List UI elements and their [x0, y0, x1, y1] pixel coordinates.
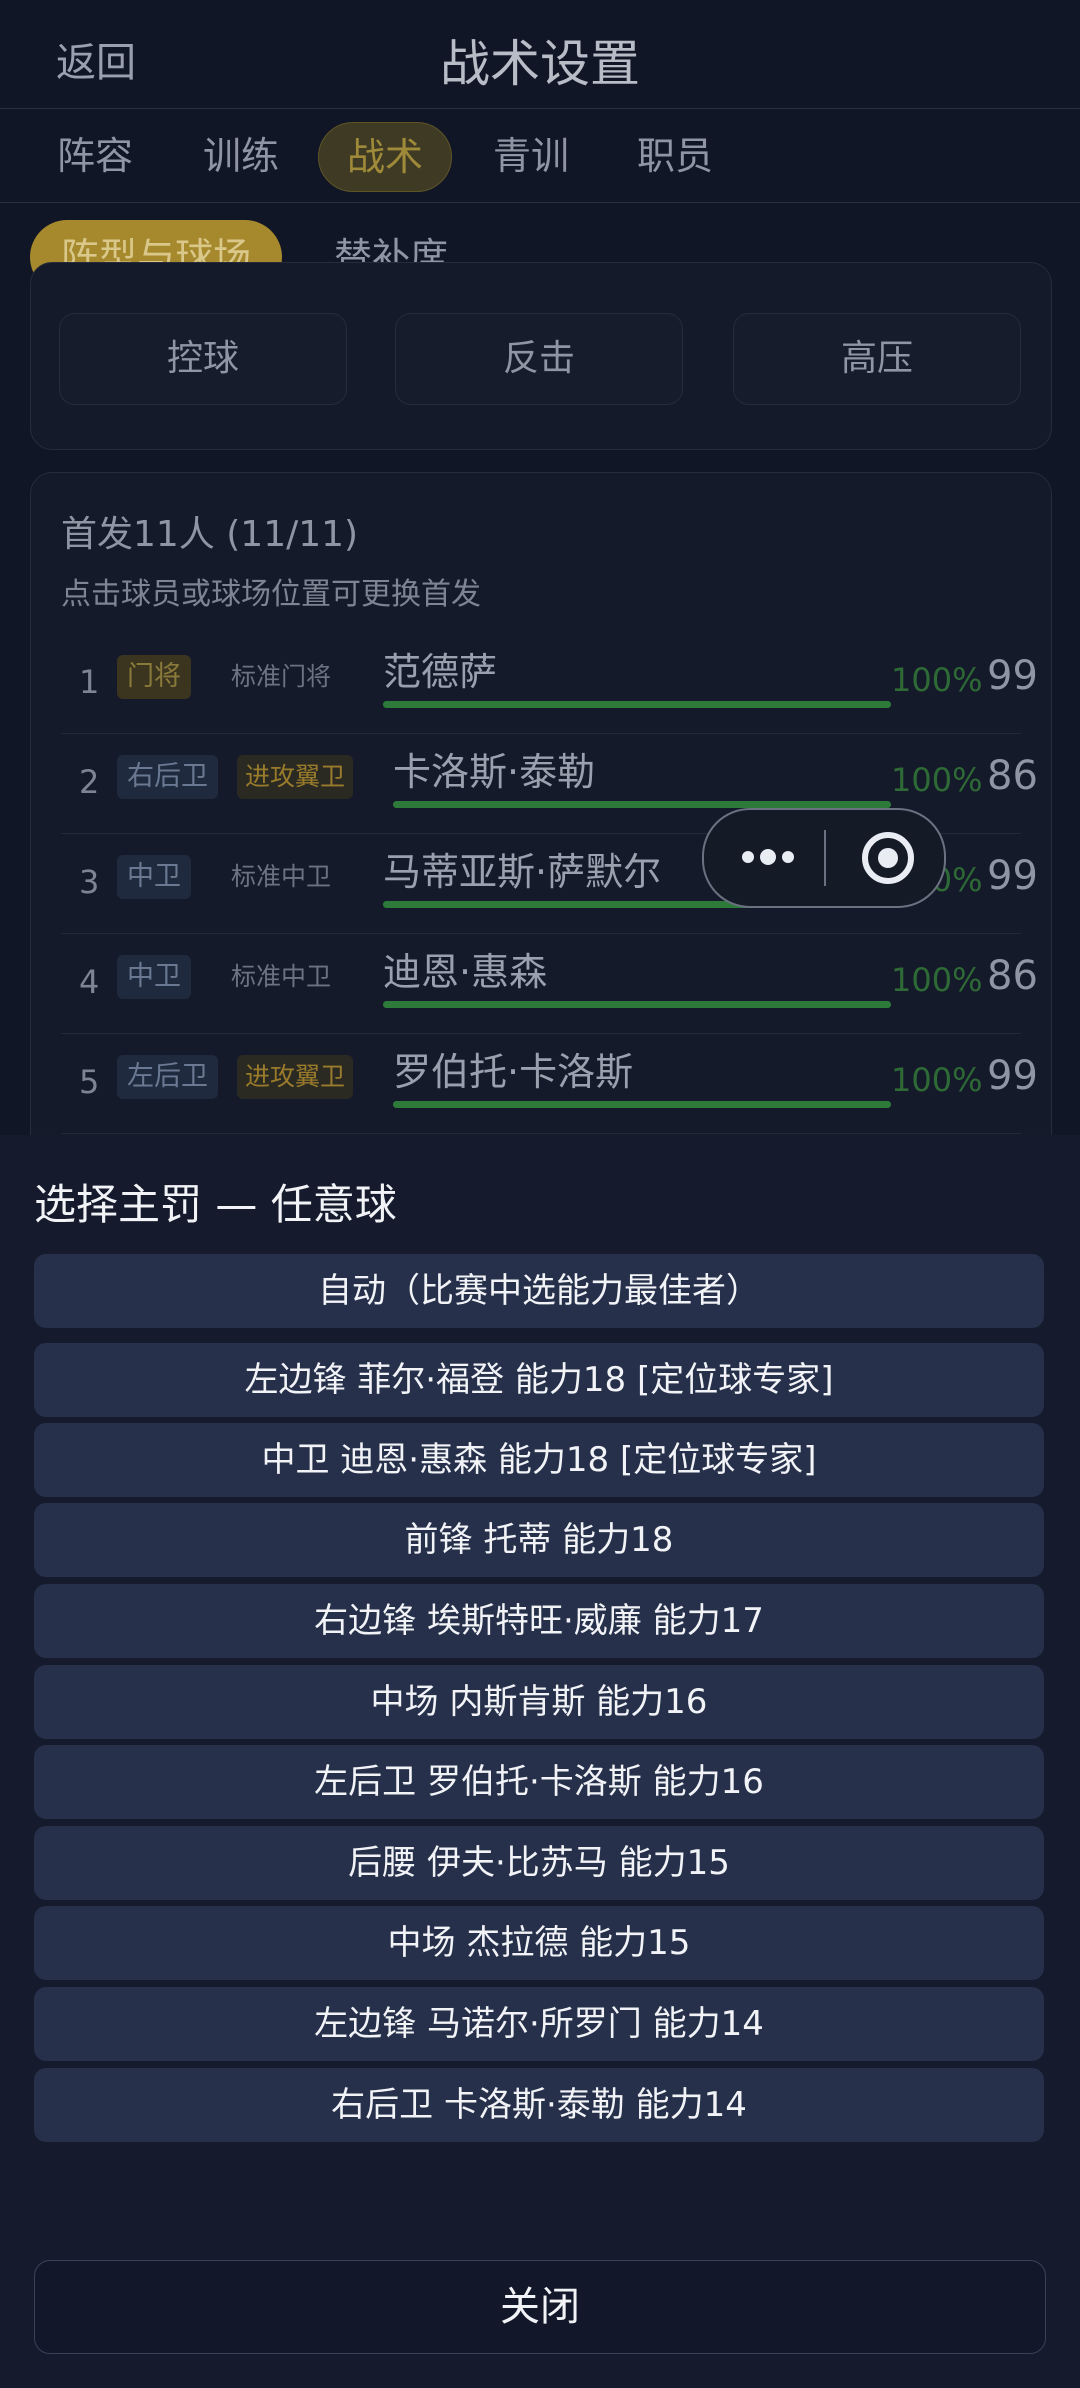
taker-option[interactable]: 左边锋 马诺尔·所罗门 能力14 [34, 1987, 1044, 2061]
role-label: 进攻翼卫 [237, 755, 354, 799]
taker-option[interactable]: 右边锋 埃斯特旺·威廉 能力17 [34, 1584, 1044, 1658]
tab-training[interactable]: 训练 [186, 122, 296, 190]
table-row[interactable]: 5 左后卫 进攻翼卫 罗伯托·卡洛斯 100% 99 [61, 1033, 1038, 1134]
fitness-bar [393, 801, 891, 808]
player-name: 罗伯托·卡洛斯 [393, 1050, 634, 1094]
player-rating: 99 [987, 653, 1038, 699]
more-icon[interactable] [738, 846, 798, 870]
lineup-title: 首发11人 (11/11) [61, 514, 359, 555]
taker-option[interactable]: 后腰 伊夫·比苏马 能力15 [34, 1826, 1044, 1900]
fitness-percent: 100% [891, 961, 983, 999]
player-rating: 99 [987, 1053, 1038, 1099]
miniprogram-capsule [702, 808, 946, 908]
row-number: 1 [79, 663, 100, 701]
tab-staff[interactable]: 职员 [620, 122, 730, 190]
row-number: 4 [79, 963, 100, 1001]
taker-option-auto[interactable]: 自动（比赛中选能力最佳者） [34, 1254, 1044, 1328]
table-row[interactable]: 1 门将 标准门将 范德萨 100% 99 [61, 633, 1038, 734]
play-style-card: 控球 反击 高压 [30, 262, 1052, 450]
role-label: 标准中卫 [231, 862, 332, 891]
taker-option[interactable]: 前锋 托蒂 能力18 [34, 1503, 1044, 1577]
player-name: 马蒂亚斯·萨默尔 [383, 850, 662, 894]
fitness-bar [383, 1001, 891, 1008]
header: 返回 战术设置 [0, 0, 1080, 109]
taker-option[interactable]: 中场 内斯肯斯 能力16 [34, 1665, 1044, 1739]
close-target-icon[interactable] [862, 832, 914, 884]
position-badge: 门将 [117, 655, 191, 699]
style-press-button[interactable]: 高压 [733, 313, 1021, 405]
role-label: 标准门将 [231, 662, 332, 691]
taker-option[interactable]: 中场 杰拉德 能力15 [34, 1906, 1044, 1980]
tab-youth[interactable]: 青训 [476, 122, 586, 190]
row-number: 2 [79, 763, 100, 801]
position-badge: 中卫 [117, 855, 191, 899]
position-badge: 中卫 [117, 955, 191, 999]
position-badge: 右后卫 [117, 755, 218, 799]
row-number: 5 [79, 1063, 100, 1101]
close-button[interactable]: 关闭 [34, 2260, 1046, 2354]
fitness-percent: 100% [891, 1061, 983, 1099]
role-label: 进攻翼卫 [237, 1055, 354, 1099]
taker-option[interactable]: 左边锋 菲尔·福登 能力18 [定位球专家] [34, 1343, 1044, 1417]
lineup-hint: 点击球员或球场位置可更换首发 [61, 577, 481, 612]
fitness-bar [383, 701, 891, 708]
player-name: 范德萨 [383, 650, 498, 694]
player-name: 迪恩·惠森 [383, 950, 548, 994]
capsule-divider [824, 830, 826, 886]
tab-lineup[interactable]: 阵容 [40, 122, 150, 190]
taker-option[interactable]: 左后卫 罗伯托·卡洛斯 能力16 [34, 1745, 1044, 1819]
player-rating: 86 [987, 953, 1038, 999]
sheet-title: 选择主罚 — 任意球 [34, 1180, 397, 1229]
page-title: 战术设置 [440, 35, 640, 93]
taker-option[interactable]: 右后卫 卡洛斯·泰勒 能力14 [34, 2068, 1044, 2142]
player-rating: 86 [987, 753, 1038, 799]
taker-option[interactable]: 中卫 迪恩·惠森 能力18 [定位球专家] [34, 1423, 1044, 1497]
fitness-percent: 100% [891, 661, 983, 699]
tactics-page: 返回 战术设置 阵容 训练 战术 青训 职员 阵型与球场 替补席 控球 反击 高… [0, 0, 1080, 1174]
main-tabs: 阵容 训练 战术 青训 职员 [0, 110, 1080, 203]
free-kick-taker-sheet: 选择主罚 — 任意球 自动（比赛中选能力最佳者） 左边锋 菲尔·福登 能力18 … [0, 1135, 1080, 2388]
position-badge: 左后卫 [117, 1055, 218, 1099]
style-possession-button[interactable]: 控球 [59, 313, 347, 405]
table-row[interactable]: 4 中卫 标准中卫 迪恩·惠森 100% 86 [61, 933, 1038, 1034]
player-name: 卡洛斯·泰勒 [393, 750, 596, 794]
role-label: 标准中卫 [231, 962, 332, 991]
row-number: 3 [79, 863, 100, 901]
style-counter-button[interactable]: 反击 [395, 313, 683, 405]
fitness-percent: 100% [891, 761, 983, 799]
fitness-bar [393, 1101, 891, 1108]
player-rating: 99 [987, 853, 1038, 899]
tab-tactics[interactable]: 战术 [318, 122, 452, 192]
